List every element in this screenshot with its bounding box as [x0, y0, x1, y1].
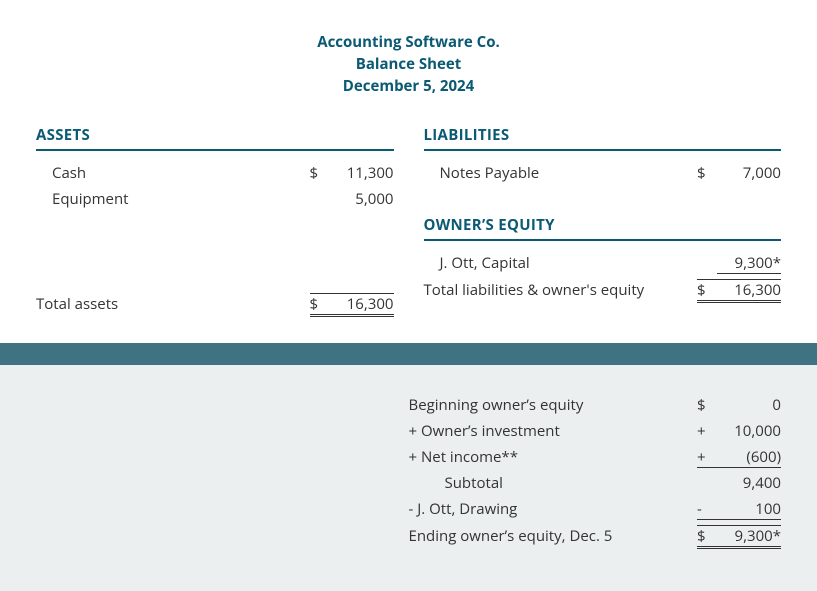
sheet-title: Balance Sheet: [36, 54, 781, 76]
asset-amount: 11,300: [330, 163, 394, 183]
liabilities-title: LIABILITIES: [424, 125, 782, 151]
equity-label: J. Ott, Capital: [424, 253, 698, 273]
sheet-date: December 5, 2024: [36, 76, 781, 98]
assets-total-amount: 16,300: [330, 293, 394, 317]
calc-row: Subtotal 9,400: [409, 473, 782, 499]
calc-symbol: -: [697, 499, 717, 520]
liab-equity-total-row: Total liabilities & owner's equity $ 16,…: [424, 279, 782, 305]
calc-amount: 9,400: [717, 473, 781, 493]
columns: ASSETS Cash $ 11,300 Equipment 5,000 Tot…: [36, 125, 781, 319]
assets-total-row: Total assets $ 16,300: [36, 293, 394, 319]
calc-symbol: +: [697, 421, 717, 441]
liability-row: Notes Payable $ 7,000: [424, 163, 782, 189]
calc-amount: 0: [717, 395, 781, 415]
asset-row: Equipment 5,000: [36, 189, 394, 215]
equity-title: OWNER’S EQUITY: [424, 215, 782, 241]
section-divider: [0, 343, 817, 365]
calc-amount: 100: [717, 499, 781, 520]
equity-amount: 9,300*: [717, 253, 781, 274]
calc-label: + Owner’s investment: [409, 421, 698, 441]
calc-row: Beginning owner’s equity $ 0: [409, 395, 782, 421]
calc-amount: 10,000: [717, 421, 781, 441]
calc-symbol: $: [697, 525, 717, 549]
calc-total-row: Ending owner’s equity, Dec. 5 $ 9,300*: [409, 525, 782, 551]
assets-column: ASSETS Cash $ 11,300 Equipment 5,000 Tot…: [36, 125, 394, 319]
calc-label: Beginning owner’s equity: [409, 395, 698, 415]
sheet-header: Accounting Software Co. Balance Sheet De…: [36, 32, 781, 97]
currency-symbol: $: [697, 163, 717, 183]
asset-label: Cash: [36, 163, 310, 183]
calc-amount: (600): [717, 447, 781, 468]
liab-equity-total-amount: 16,300: [717, 279, 781, 303]
currency-symbol: $: [310, 293, 330, 317]
calc-label: - J. Ott, Drawing: [409, 499, 698, 519]
equity-row: J. Ott, Capital 9,300*: [424, 253, 782, 279]
currency-symbol: $: [310, 163, 330, 183]
calc-amount: 9,300*: [717, 525, 781, 549]
asset-amount: 5,000: [330, 189, 394, 209]
equity-calc-section: Beginning owner’s equity $ 0 + Owner’s i…: [0, 365, 817, 591]
calc-row: + Net income** + (600): [409, 447, 782, 473]
assets-total-label: Total assets: [36, 294, 310, 314]
liability-amount: 7,000: [717, 163, 781, 183]
asset-row: Cash $ 11,300: [36, 163, 394, 189]
currency-symbol: $: [697, 279, 717, 303]
calc-label: Subtotal: [409, 473, 698, 493]
calc-label: + Net income**: [409, 447, 698, 467]
calc-label: Ending owner’s equity, Dec. 5: [409, 526, 698, 546]
company-name: Accounting Software Co.: [36, 32, 781, 54]
balance-sheet: Accounting Software Co. Balance Sheet De…: [0, 0, 817, 343]
calc-symbol: +: [697, 447, 717, 468]
calc-row: - J. Ott, Drawing - 100: [409, 499, 782, 525]
equity-calc: Beginning owner’s equity $ 0 + Owner’s i…: [409, 395, 782, 551]
calc-symbol: $: [697, 395, 717, 415]
calc-row: + Owner’s investment + 10,000: [409, 421, 782, 447]
liability-label: Notes Payable: [424, 163, 698, 183]
liab-equity-column: LIABILITIES Notes Payable $ 7,000 OWNER’…: [424, 125, 782, 319]
assets-title: ASSETS: [36, 125, 394, 151]
liab-equity-total-label: Total liabilities & owner's equity: [424, 280, 698, 300]
asset-label: Equipment: [36, 189, 310, 209]
